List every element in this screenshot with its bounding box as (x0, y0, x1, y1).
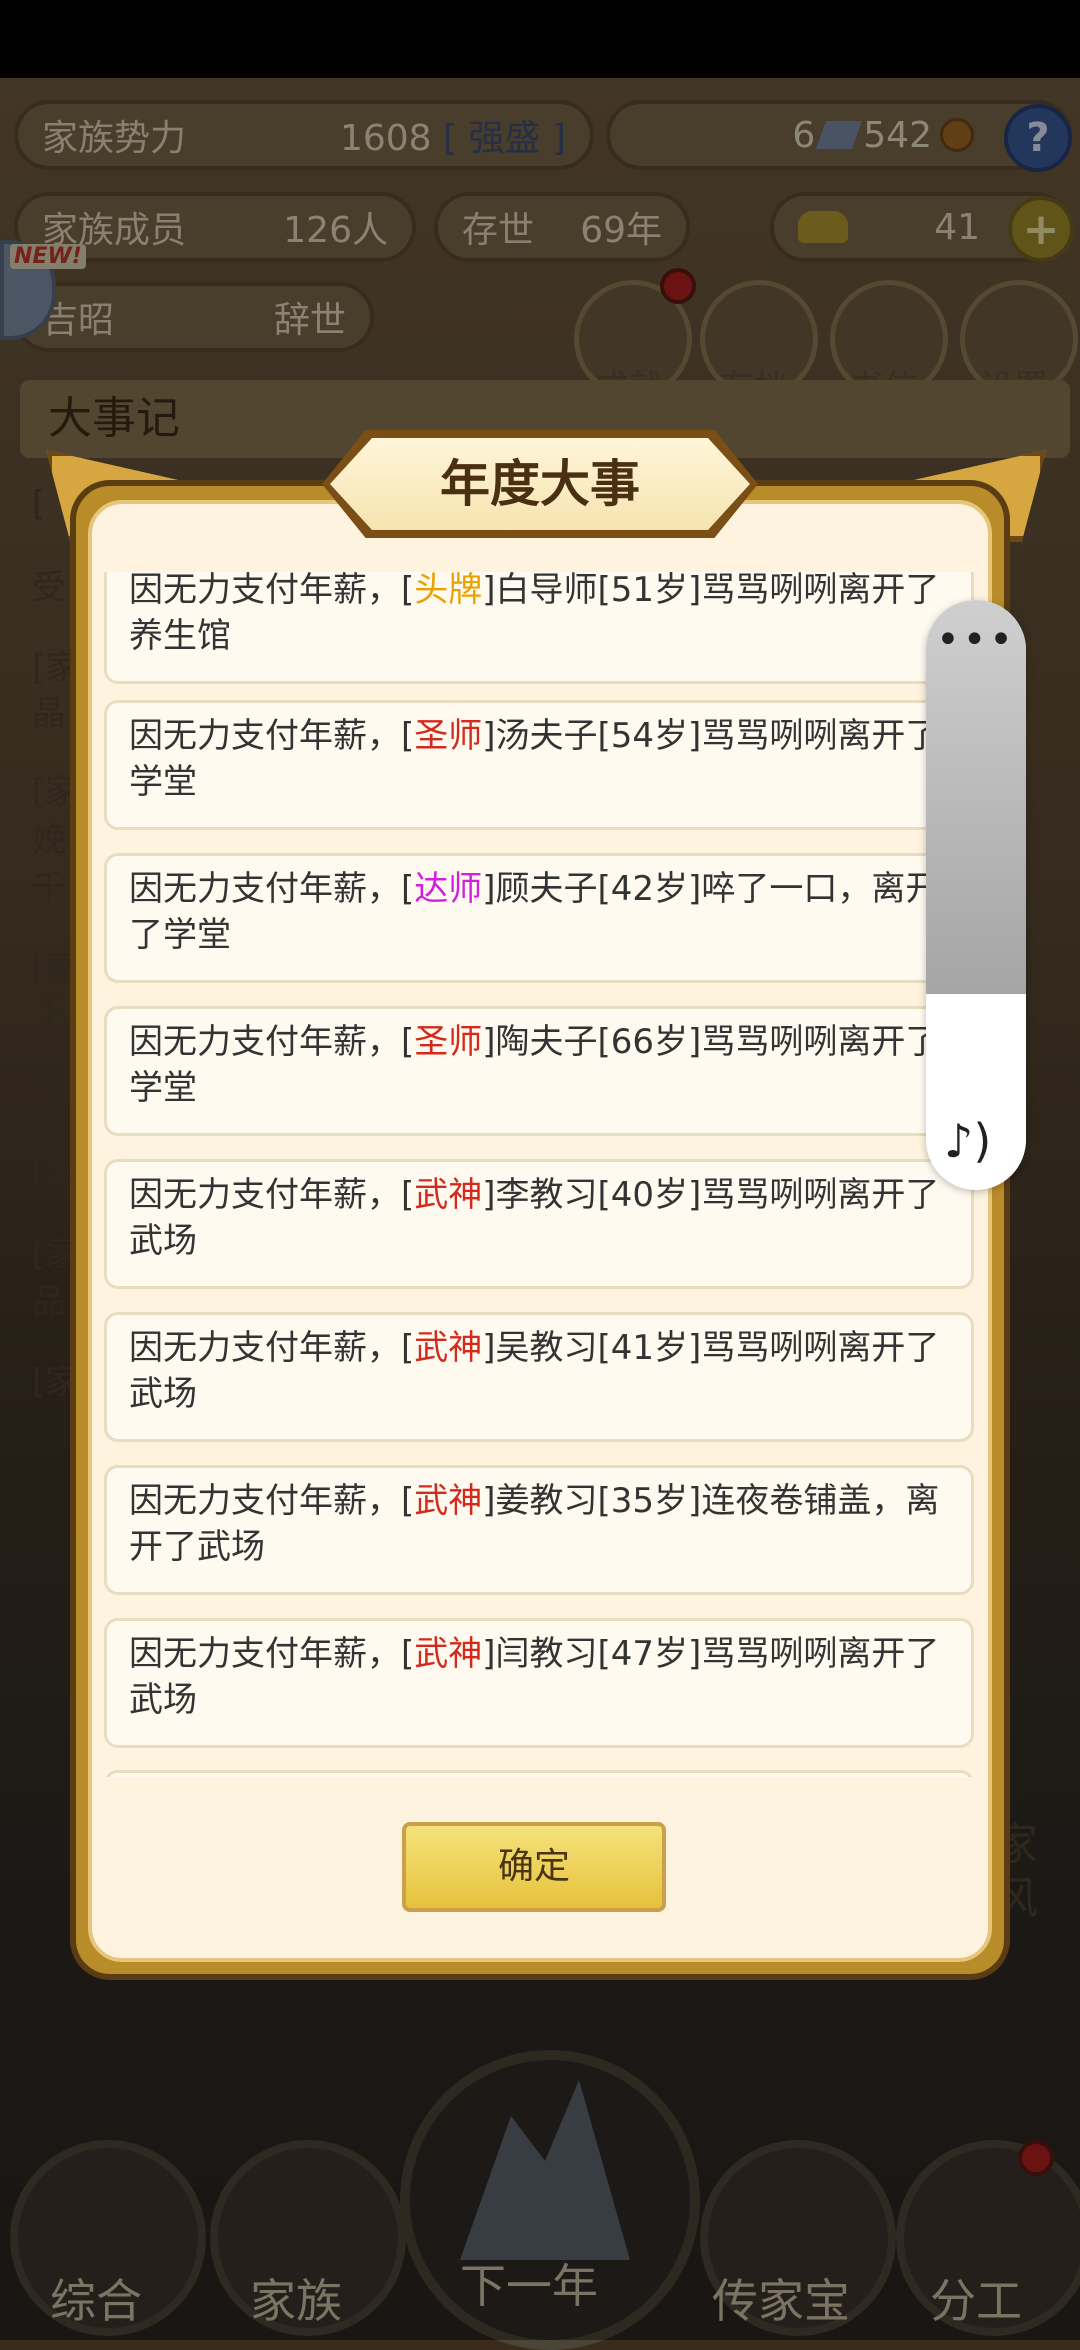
event-item: 因无力支付年薪，[武神]李教习[40岁]骂骂咧咧离开了武场 (104, 1159, 974, 1289)
event-prefix: 因无力支付年薪，[ (129, 1634, 415, 1674)
dialog-title: 年度大事 (440, 455, 640, 513)
event-rank: 武神 (414, 1481, 483, 1521)
status-bar (0, 0, 1080, 78)
event-prefix: 因无力支付年薪，[ (129, 869, 415, 909)
event-item: 因无力支付年薪，[圣师]汤夫子[54岁]骂骂咧咧离开了学堂 (104, 700, 974, 830)
events-list[interactable]: 因无力支付年薪，[头牌]白导师[51岁]骂骂咧咧离开了养生馆 因无力支付年薪，[… (100, 572, 980, 1777)
confirm-button[interactable]: 确定 (402, 1822, 666, 1912)
event-item: 因无力支付年薪，[圣师]陶夫子[66岁]骂骂咧咧离开了学堂 (104, 1006, 974, 1136)
event-item: 因无力支付年薪，[达师]顾夫子[42岁]啐了一口，离开了学堂 (104, 853, 974, 983)
event-rank: 圣师 (414, 716, 483, 756)
event-prefix: 因无力支付年薪，[ (129, 1481, 415, 1521)
event-rank: 武神 (414, 1634, 483, 1674)
music-note-icon[interactable]: ♪) (944, 1114, 1010, 1174)
event-item: 因无力支付年薪，[武神]吴教习[41岁]骂骂咧咧离开了武场 (104, 1312, 974, 1442)
more-options-icon[interactable]: ••• (926, 620, 1026, 660)
event-item: 因无力支付年薪，[武神]姜教习[35岁]连夜卷铺盖，离开了武场 (104, 1465, 974, 1595)
event-prefix: 因无力支付年薪，[ (129, 1175, 415, 1215)
event-rank: 武神 (414, 1175, 483, 1215)
event-rank: 头牌 (414, 572, 483, 610)
event-item: 因无力支付年薪，[武神]闫教习[47岁]骂骂咧咧离开了武场 (104, 1618, 974, 1748)
event-item: 因无力支付年薪，[头牌]白导师[51岁]骂骂咧咧离开了养生馆 (104, 572, 974, 684)
event-rank: 武神 (414, 1328, 483, 1368)
event-prefix: 因无力支付年薪，[ (129, 1328, 415, 1368)
event-rank: 达师 (414, 869, 483, 909)
event-prefix: 因无力支付年薪，[ (129, 1022, 415, 1062)
event-item-partial (104, 1770, 974, 1777)
event-rank: 圣师 (414, 1022, 483, 1062)
event-prefix: 因无力支付年薪，[ (129, 572, 415, 610)
event-prefix: 因无力支付年薪，[ (129, 716, 415, 756)
floating-volume-panel[interactable]: ••• ♪) (926, 600, 1026, 1190)
